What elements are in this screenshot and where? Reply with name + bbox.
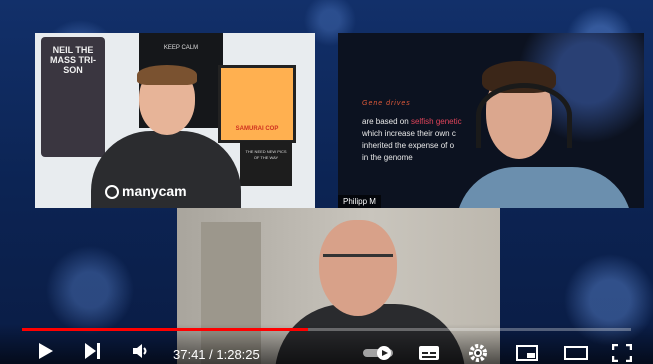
volume-button[interactable] — [132, 342, 150, 360]
slide-line-1: are based on selfish genetic — [362, 117, 462, 126]
headset — [476, 83, 572, 148]
autoplay-toggle-icon — [363, 346, 393, 360]
theater-icon — [564, 346, 588, 360]
slide-line-4: in the genome — [362, 153, 413, 162]
miniplayer-icon — [516, 345, 538, 361]
autoplay-toggle[interactable] — [362, 345, 396, 361]
slide-line-1-text: are based on — [362, 117, 411, 126]
progress-played — [22, 328, 309, 331]
shirt2-text: KEEP CALM — [163, 45, 199, 51]
participant-video-top-left: NEIL THE MASS TRI-SON KEEP CALM SAMURAI … — [35, 33, 315, 208]
participant-hair — [137, 65, 197, 85]
slide-line-3: inherited the expense of o — [362, 141, 455, 150]
slide-title: Gene drives — [362, 100, 411, 107]
fullscreen-icon — [612, 344, 632, 362]
play-button[interactable] — [38, 342, 54, 360]
fullscreen-button[interactable] — [612, 344, 632, 362]
theater-button[interactable] — [564, 344, 588, 362]
sign-text: THE NEED NEW PICS OF THE WAY — [245, 149, 287, 160]
participant-glasses — [323, 254, 393, 269]
video-stage[interactable]: NEIL THE MASS TRI-SON KEEP CALM SAMURAI … — [0, 0, 653, 364]
participant-video-top-right: Gene drives are based on selfish genetic… — [338, 33, 644, 208]
participant-person — [456, 55, 644, 208]
settings-icon — [469, 344, 487, 362]
manycam-text: manycam — [122, 183, 187, 199]
next-icon — [85, 343, 100, 359]
participant-body — [456, 167, 632, 208]
play-icon — [39, 343, 53, 359]
volume-icon — [133, 344, 147, 358]
participant-name-tag: Philipp M — [338, 195, 381, 208]
manycam-logo: manycam — [105, 183, 187, 200]
poster-text: SAMURAI COP — [235, 126, 279, 132]
time-display: 37:41 / 1:28:25 — [173, 347, 260, 362]
settings-button[interactable] — [468, 343, 488, 363]
next-button[interactable] — [84, 342, 102, 360]
miniplayer-button[interactable] — [516, 344, 538, 362]
progress-bar[interactable] — [22, 328, 631, 331]
slide-line-2: which increase their own c — [362, 129, 456, 138]
subtitles-button[interactable] — [418, 344, 440, 362]
slide-line-1-highlight: selfish genetic — [410, 117, 462, 126]
wall-sign: THE NEED NEW PICS OF THE WAY — [240, 141, 292, 186]
subtitles-icon — [419, 346, 439, 360]
manycam-icon — [105, 185, 119, 200]
